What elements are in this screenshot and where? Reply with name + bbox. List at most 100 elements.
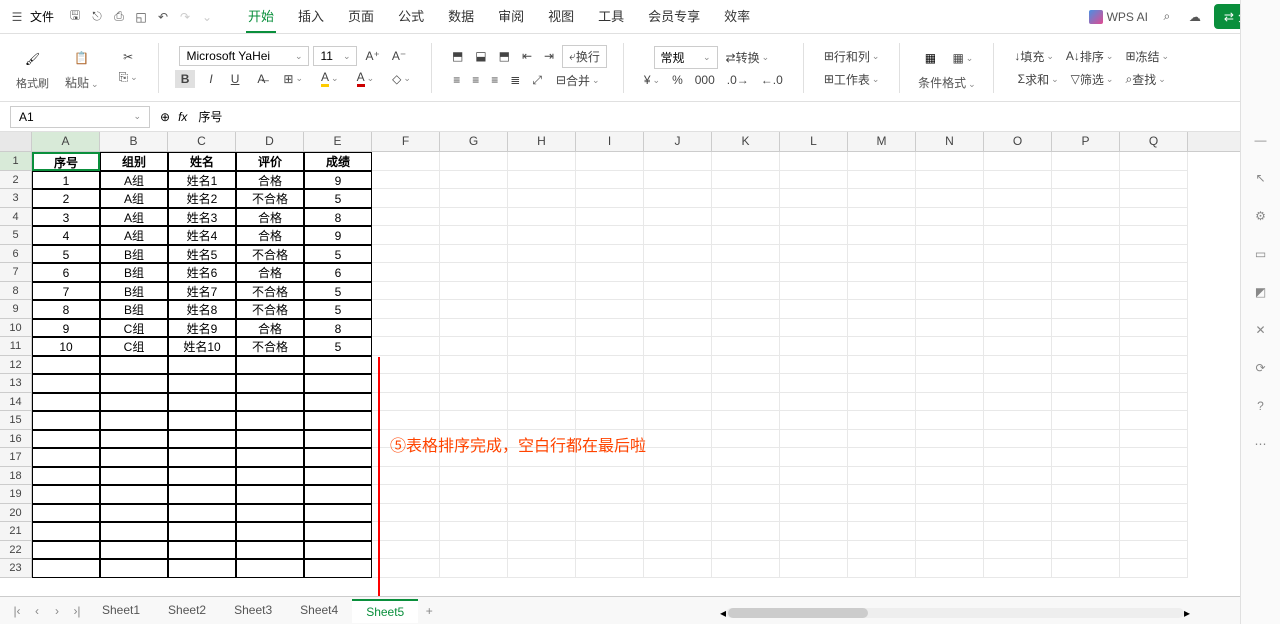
col-header[interactable]: J: [644, 132, 712, 151]
cell[interactable]: [32, 411, 100, 430]
col-header[interactable]: E: [304, 132, 372, 151]
cell[interactable]: [916, 541, 984, 560]
cell[interactable]: [1120, 282, 1188, 301]
cell[interactable]: 合格: [236, 263, 304, 282]
row-header[interactable]: 8: [0, 282, 32, 301]
cell[interactable]: [576, 152, 644, 171]
cell[interactable]: [372, 189, 440, 208]
cell[interactable]: [712, 152, 780, 171]
filter-button[interactable]: ▽ 筛选⌄: [1067, 69, 1118, 90]
grow-font-icon[interactable]: A⁺: [361, 47, 383, 65]
cell[interactable]: [372, 411, 440, 430]
cell[interactable]: [576, 541, 644, 560]
cell[interactable]: [848, 504, 916, 523]
cell[interactable]: [100, 485, 168, 504]
sum-button[interactable]: Σ 求和⌄: [1014, 69, 1063, 90]
cell[interactable]: [1052, 411, 1120, 430]
cell[interactable]: [916, 208, 984, 227]
menu-tab-审阅[interactable]: 审阅: [496, 0, 526, 33]
align-left-icon[interactable]: ≡: [449, 71, 464, 89]
col-header[interactable]: L: [780, 132, 848, 151]
cell[interactable]: [780, 393, 848, 412]
cell[interactable]: 5: [304, 337, 372, 356]
cell[interactable]: [712, 189, 780, 208]
cell[interactable]: [440, 504, 508, 523]
cell[interactable]: [304, 541, 372, 560]
cell[interactable]: [508, 393, 576, 412]
cell[interactable]: [32, 504, 100, 523]
sheet-tab[interactable]: Sheet2: [154, 599, 220, 623]
cell[interactable]: [576, 504, 644, 523]
cell[interactable]: [372, 522, 440, 541]
fill-color-button[interactable]: A⌄: [317, 68, 343, 89]
cell[interactable]: [848, 467, 916, 486]
percent-icon[interactable]: %: [668, 71, 687, 89]
find-button[interactable]: ⌕ 查找⌄: [1121, 69, 1169, 90]
cell[interactable]: 4: [32, 226, 100, 245]
row-header[interactable]: 11: [0, 337, 32, 356]
wps-ai-button[interactable]: WPS AI: [1089, 10, 1148, 24]
cell[interactable]: 姓名7: [168, 282, 236, 301]
cursor-icon[interactable]: ↖: [1251, 168, 1271, 188]
cell[interactable]: [508, 411, 576, 430]
format-brush-icon[interactable]: 🖌: [19, 45, 47, 73]
cell[interactable]: [1120, 226, 1188, 245]
cell[interactable]: [644, 485, 712, 504]
cell[interactable]: [304, 559, 372, 578]
col-header[interactable]: H: [508, 132, 576, 151]
cell[interactable]: [236, 411, 304, 430]
cell[interactable]: [1052, 282, 1120, 301]
cell[interactable]: [372, 337, 440, 356]
row-header[interactable]: 3: [0, 189, 32, 208]
row-header[interactable]: 18: [0, 467, 32, 486]
add-sheet-icon[interactable]: +: [420, 604, 438, 618]
cell[interactable]: [1052, 356, 1120, 375]
cell[interactable]: [236, 448, 304, 467]
cell[interactable]: [576, 467, 644, 486]
cell[interactable]: [440, 541, 508, 560]
cell[interactable]: [100, 356, 168, 375]
cell[interactable]: [644, 152, 712, 171]
cell[interactable]: [1120, 467, 1188, 486]
fill-button[interactable]: ↓ 填充⌄: [1010, 46, 1058, 67]
cell[interactable]: [100, 430, 168, 449]
cell[interactable]: [848, 245, 916, 264]
cell[interactable]: [576, 319, 644, 338]
cell[interactable]: 姓名9: [168, 319, 236, 338]
cell[interactable]: [916, 393, 984, 412]
cell[interactable]: 序号: [32, 152, 100, 171]
col-header[interactable]: B: [100, 132, 168, 151]
cell[interactable]: [1052, 467, 1120, 486]
hscroll[interactable]: ◂▸: [720, 606, 1190, 620]
row-header[interactable]: 7: [0, 263, 32, 282]
cell[interactable]: [236, 541, 304, 560]
formula-input[interactable]: 序号: [195, 105, 1270, 128]
cell[interactable]: [984, 504, 1052, 523]
cell[interactable]: [372, 374, 440, 393]
cell[interactable]: [508, 245, 576, 264]
cell[interactable]: [848, 152, 916, 171]
cell[interactable]: [780, 189, 848, 208]
cell[interactable]: [1120, 152, 1188, 171]
cell[interactable]: [440, 152, 508, 171]
cell[interactable]: [712, 337, 780, 356]
cell[interactable]: [916, 448, 984, 467]
cell[interactable]: [848, 448, 916, 467]
cell[interactable]: [372, 541, 440, 560]
cell[interactable]: [440, 374, 508, 393]
cell[interactable]: [32, 430, 100, 449]
cell[interactable]: [848, 430, 916, 449]
shrink-font-icon[interactable]: A⁻: [388, 47, 410, 65]
cell[interactable]: [508, 300, 576, 319]
col-header[interactable]: M: [848, 132, 916, 151]
cell[interactable]: [780, 300, 848, 319]
cell[interactable]: [644, 504, 712, 523]
row-header[interactable]: 21: [0, 522, 32, 541]
cell[interactable]: [780, 263, 848, 282]
row-header[interactable]: 4: [0, 208, 32, 227]
cell[interactable]: [780, 467, 848, 486]
cell[interactable]: [916, 522, 984, 541]
cell[interactable]: [712, 226, 780, 245]
cell[interactable]: [984, 430, 1052, 449]
cell[interactable]: [848, 300, 916, 319]
